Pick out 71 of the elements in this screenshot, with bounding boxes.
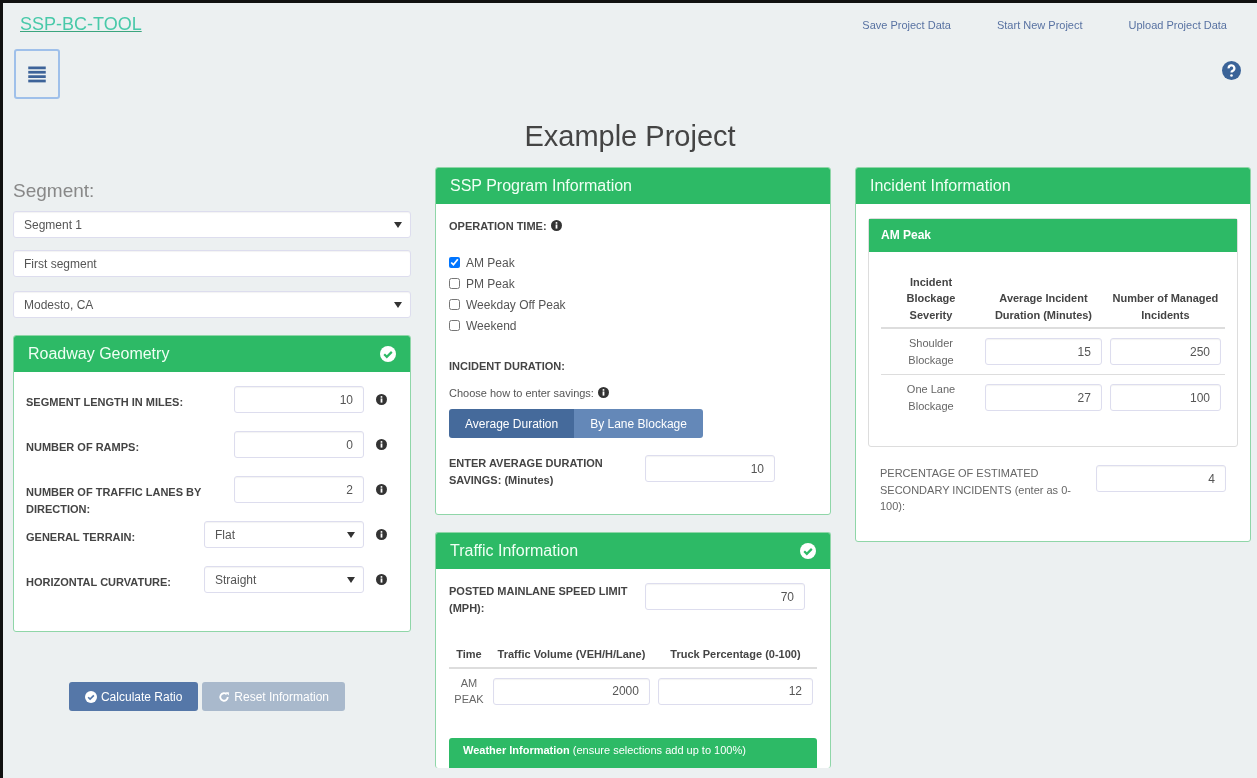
input-field[interactable]: 4 xyxy=(1096,465,1226,492)
column-header: Average Incident Duration (Minutes) xyxy=(981,269,1106,328)
refresh-icon xyxy=(218,690,231,703)
page-title: Example Project xyxy=(523,119,737,154)
field-label: PERCENTAGE OF ESTIMATED SECONDARY INCIDENTS (enter as 0-100): xyxy=(880,466,1072,514)
input-field[interactable]: 27 xyxy=(985,384,1102,411)
field-label: NUMBER OF TRAFFIC LANES BY DIRECTION: xyxy=(26,485,202,517)
panel-header: AM Peak xyxy=(869,218,1237,252)
info-icon xyxy=(376,484,387,495)
card-title: Incident Information xyxy=(870,175,1011,196)
card-title: SSP Program Information xyxy=(450,175,632,196)
card-title: Traffic Information xyxy=(450,541,579,561)
field-label: POSTED MAINLANE SPEED LIMIT (MPH): xyxy=(449,584,629,616)
input-field[interactable]: 15 xyxy=(985,338,1102,365)
menu-button[interactable] xyxy=(14,49,60,99)
field-label: GENERAL TERRAIN: xyxy=(26,530,137,545)
column-header: Truck Percentage (0-100) xyxy=(653,642,817,668)
calculate-button[interactable]: Calculate Ratio xyxy=(68,682,199,711)
table-cell: One Lane Blockage xyxy=(881,374,981,420)
column-header: Number of Managed Incidents xyxy=(1105,269,1225,328)
input-field[interactable]: 100 xyxy=(1109,384,1221,411)
hint-text: Choose how to enter savings: xyxy=(449,385,594,401)
select-field[interactable]: Flat xyxy=(204,521,364,548)
checkbox[interactable] xyxy=(449,257,460,268)
checkbox[interactable] xyxy=(449,278,460,289)
info-icon xyxy=(376,394,387,405)
section-label: OPERATION TIME: xyxy=(449,218,547,234)
column-header: Incident Blockage Severity xyxy=(881,269,981,328)
input-field[interactable]: 12 xyxy=(657,677,813,705)
banner-text: Weather Information (ensure selections add up to 100%) xyxy=(463,743,746,756)
info-icon xyxy=(597,387,609,399)
info-icon xyxy=(376,439,387,450)
input-field[interactable]: 70 xyxy=(645,583,805,610)
checkbox-label[interactable]: PM Peak xyxy=(466,274,515,293)
column-header: Time xyxy=(449,642,489,668)
info-icon xyxy=(376,574,387,585)
input-field[interactable]: 10 xyxy=(234,386,364,413)
card-title: Roadway Geometry xyxy=(28,344,170,364)
info-icon xyxy=(376,529,387,540)
toggle-button[interactable]: Average Duration xyxy=(449,409,575,438)
checkbox-label[interactable]: AM Peak xyxy=(466,253,515,272)
segment-name-field[interactable]: First segment xyxy=(13,250,411,277)
location-select[interactable]: Modesto, CA xyxy=(13,291,411,318)
menu-icon xyxy=(27,64,47,84)
checkbox-label[interactable]: Weekend xyxy=(466,316,517,335)
field-label: ENTER AVERAGE DURATION SAVINGS: (Minutes) xyxy=(449,456,604,488)
checkbox[interactable] xyxy=(449,320,460,331)
select-field[interactable]: Straight xyxy=(204,566,364,593)
field-label: HORIZONTAL CURVATURE: xyxy=(26,575,173,590)
checkbox[interactable] xyxy=(449,299,460,310)
input-field[interactable]: 250 xyxy=(1109,338,1221,365)
section-label: INCIDENT DURATION: xyxy=(449,359,566,374)
field-label: NUMBER OF RAMPS: xyxy=(26,440,141,455)
help-icon[interactable] xyxy=(1222,61,1241,80)
column-header: Traffic Volume (VEH/H/Lane) xyxy=(489,642,654,668)
input-field[interactable]: 0 xyxy=(234,431,364,458)
nav-link[interactable]: Save Project Data xyxy=(862,17,951,34)
section-label: Segment: xyxy=(13,178,96,203)
field-label: SEGMENT LENGTH IN MILES: xyxy=(26,395,185,410)
info-icon xyxy=(550,220,562,232)
check-circle-icon xyxy=(84,690,97,703)
checkbox-label[interactable]: Weekday Off Peak xyxy=(466,295,566,314)
input-field[interactable]: 10 xyxy=(645,455,775,482)
nav-link[interactable]: Start New Project xyxy=(996,17,1083,34)
toggle-button[interactable]: By Lane Blockage xyxy=(574,409,703,438)
input-field[interactable]: 2 xyxy=(234,476,364,503)
segment-select[interactable]: Segment 1 xyxy=(13,211,411,238)
table-cell: Shoulder Blockage xyxy=(881,328,981,375)
nav-link[interactable]: Upload Project Data xyxy=(1128,17,1227,34)
table-cell: AM PEAK xyxy=(449,667,489,714)
input-field[interactable]: 2000 xyxy=(493,677,650,705)
